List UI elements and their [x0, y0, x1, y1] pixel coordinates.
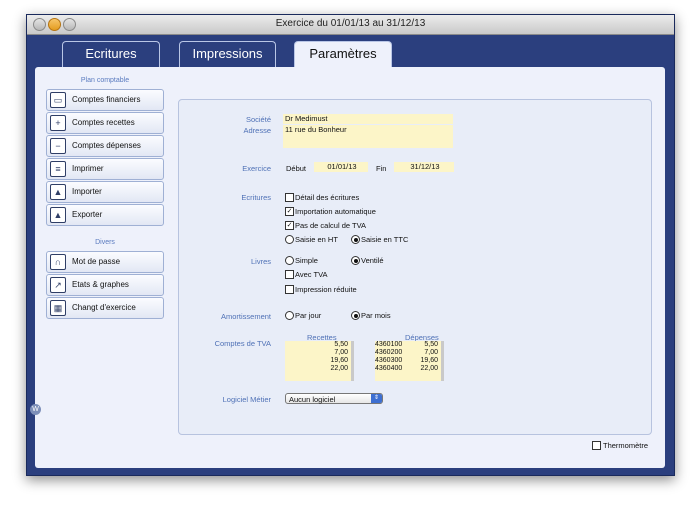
simple-label: Simple	[295, 256, 318, 265]
compte-number: 4360100	[375, 341, 403, 348]
chart-icon: ↗	[50, 277, 66, 293]
ventile-radio[interactable]	[351, 256, 360, 265]
taux-value: 7,00	[424, 349, 438, 356]
parameters-panel: Société Dr Medimust Adresse 11 rue du Bo…	[178, 99, 652, 435]
importation-auto-label: Importation automatique	[295, 207, 376, 216]
list-item[interactable]: 4360400 22,00	[375, 365, 441, 373]
main-window: Exercice du 01/01/13 au 31/12/13 Ecritur…	[26, 14, 675, 476]
debut-field[interactable]: 01/01/13	[314, 162, 368, 172]
avec-tva-checkbox[interactable]	[285, 270, 294, 279]
saisie-ttc-radio[interactable]	[351, 235, 360, 244]
etats-graphes-button[interactable]: ↗ Etats & graphes	[46, 274, 164, 296]
avec-tva-label: Avec TVA	[295, 270, 328, 279]
logiciel-metier-select[interactable]: Aucun logiciel ⇕	[285, 393, 383, 404]
amortissement-label: Amortissement	[220, 312, 271, 321]
list-item[interactable]: 5,50	[285, 341, 351, 349]
settings-content: Plan comptable ▭ Comptes financiers + Co…	[35, 67, 665, 468]
list-item[interactable]: 4360100 5,50	[375, 341, 441, 349]
button-label: Importer	[72, 187, 102, 196]
par-mois-label: Par mois	[361, 311, 391, 320]
window-title: Exercice du 01/01/13 au 31/12/13	[275, 18, 426, 29]
title-bar: Exercice du 01/01/13 au 31/12/13	[27, 15, 674, 35]
saisie-ttc-label: Saisie en TTC	[361, 235, 409, 244]
button-label: Etats & graphes	[72, 280, 129, 289]
livres-label: Livres	[250, 257, 271, 266]
importer-button[interactable]: ▲ Importer	[46, 181, 164, 203]
taux-value: 19,60	[420, 357, 438, 364]
thermometre-checkbox[interactable]	[592, 441, 601, 450]
simple-radio[interactable]	[285, 256, 294, 265]
societe-label: Société	[245, 115, 271, 124]
thermometre-label: Thermomètre	[603, 441, 649, 450]
list-item[interactable]: 7,00	[285, 349, 351, 357]
pas-calcul-tva-checkbox[interactable]: ✓	[285, 221, 294, 230]
button-label: Changt d'exercice	[72, 303, 136, 312]
compte-number: 4360200	[375, 349, 403, 356]
button-label: Comptes dépenses	[72, 141, 141, 150]
list-item[interactable]: 4360300 19,60	[375, 357, 441, 365]
divers-heading: Divers	[95, 239, 115, 246]
bank-icon: ▭	[50, 92, 66, 108]
printer-icon: ≡	[50, 161, 66, 177]
button-label: Imprimer	[72, 164, 104, 173]
button-label: Mot de passe	[72, 257, 121, 266]
adresse-label: Adresse	[243, 126, 271, 135]
impression-reduite-checkbox[interactable]	[285, 285, 294, 294]
pas-calcul-tva-label: Pas de calcul de TVA	[295, 221, 367, 230]
exporter-button[interactable]: ▲ Exporter	[46, 204, 164, 226]
button-label: Exporter	[72, 210, 103, 219]
import-icon: ▲	[50, 184, 66, 200]
saisie-ht-radio[interactable]	[285, 235, 294, 244]
plan-comptable-heading: Plan comptable	[80, 77, 130, 84]
detail-ecritures-checkbox[interactable]	[285, 193, 294, 202]
tab-impressions[interactable]: Impressions	[179, 41, 276, 68]
comptes-tva-label: Comptes de TVA	[214, 339, 271, 348]
tab-parametres[interactable]: Paramètres	[294, 41, 392, 69]
detail-ecritures-label: Détail des écritures	[295, 193, 360, 202]
export-icon: ▲	[50, 207, 66, 223]
saisie-ht-label: Saisie en HT	[295, 235, 338, 244]
par-jour-label: Par jour	[295, 311, 322, 320]
taux-value: 5,50	[424, 341, 438, 348]
logiciel-metier-label: Logiciel Métier	[222, 395, 271, 404]
list-item[interactable]: 22,00	[285, 365, 351, 373]
button-label: Comptes recettes	[72, 118, 135, 127]
comptes-recettes-button[interactable]: + Comptes recettes	[46, 112, 164, 134]
fin-field[interactable]: 31/12/13	[394, 162, 454, 172]
recettes-list[interactable]: 5,50 7,00 19,60 22,00	[285, 341, 354, 381]
comptes-financiers-button[interactable]: ▭ Comptes financiers	[46, 89, 164, 111]
compte-number: 4360400	[375, 365, 403, 372]
list-item[interactable]: 19,60	[285, 357, 351, 365]
taux-value: 22,00	[420, 365, 438, 372]
compte-number: 4360300	[375, 357, 403, 364]
depenses-list[interactable]: 4360100 5,50 4360200 7,00 4360300 19,60 436…	[375, 341, 444, 381]
button-label: Comptes financiers	[72, 95, 141, 104]
debut-label: Début	[286, 164, 307, 173]
select-value: Aucun logiciel	[289, 395, 336, 404]
imprimer-button[interactable]: ≡ Imprimer	[46, 158, 164, 180]
par-jour-radio[interactable]	[285, 311, 294, 320]
adresse-field[interactable]: 11 rue du Bonheur	[283, 125, 453, 148]
importation-auto-checkbox[interactable]: ✓	[285, 207, 294, 216]
comptes-depenses-button[interactable]: − Comptes dépenses	[46, 135, 164, 157]
changt-exercice-button[interactable]: ▦ Changt d'exercice	[46, 297, 164, 319]
list-item[interactable]: 4360200 7,00	[375, 349, 441, 357]
minus-doc-icon: −	[50, 138, 66, 154]
par-mois-radio[interactable]	[351, 311, 360, 320]
ecritures-label: Ecritures	[241, 193, 271, 202]
app-badge-icon: W	[30, 404, 41, 415]
lock-icon: ∩	[50, 254, 66, 270]
tab-ecritures[interactable]: Ecritures	[62, 41, 160, 68]
exercice-label: Exercice	[242, 164, 271, 173]
fin-label: Fin	[376, 164, 387, 173]
calendar-icon: ▦	[50, 300, 66, 316]
plus-doc-icon: +	[50, 115, 66, 131]
ventile-label: Ventilé	[361, 256, 384, 265]
updown-arrows-icon: ⇕	[371, 394, 382, 403]
impression-reduite-label: Impression réduite	[295, 285, 357, 294]
mot-de-passe-button[interactable]: ∩ Mot de passe	[46, 251, 164, 273]
societe-field[interactable]: Dr Medimust	[283, 114, 453, 124]
